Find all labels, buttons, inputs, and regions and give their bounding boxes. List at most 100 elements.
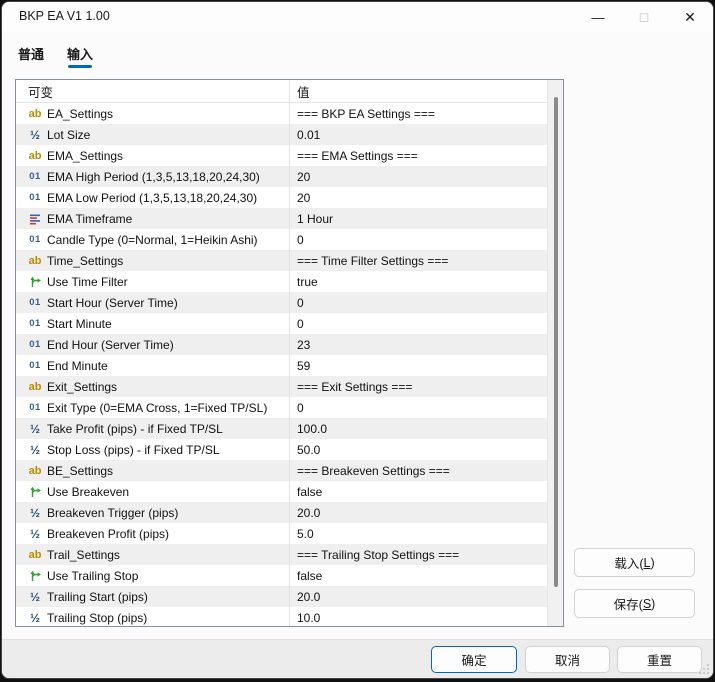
tab-strip: 普通 输入	[18, 44, 93, 68]
variable-cell: Use Trailing Stop	[16, 565, 290, 586]
enum-list-icon	[27, 212, 43, 226]
value-cell[interactable]: === Time Filter Settings ===	[290, 250, 547, 271]
variable-cell: ½Trailing Stop (pips)	[16, 607, 290, 626]
parameters-table: 可变 值 abEA_Settings=== BKP EA Settings ==…	[15, 79, 564, 627]
value-cell[interactable]: true	[290, 271, 547, 292]
table-row[interactable]: ½ Lot Size 0.01	[16, 124, 547, 145]
value-cell[interactable]: false	[290, 565, 547, 586]
maximize-button[interactable]: ◻	[621, 2, 667, 32]
value-cell[interactable]: === BKP EA Settings ===	[290, 103, 547, 124]
value-cell[interactable]: 20	[290, 187, 547, 208]
value-cell[interactable]: 20	[290, 166, 547, 187]
value-cell[interactable]: 0	[290, 229, 547, 250]
value-cell[interactable]: === Trailing Stop Settings ===	[290, 544, 547, 565]
double-type-icon: ½	[27, 422, 43, 436]
table-row[interactable]: Use Trailing Stopfalse	[16, 565, 547, 586]
window-title: BKP EA V1 1.00	[19, 9, 110, 23]
value-cell[interactable]: 10.0	[290, 607, 547, 626]
table-row[interactable]: ½Breakeven Profit (pips)5.0	[16, 523, 547, 544]
variable-cell: abEMA_Settings	[16, 145, 290, 166]
tab-inputs[interactable]: 输入	[67, 44, 93, 68]
boolean-fork-icon	[27, 485, 43, 499]
table-row[interactable]: abEA_Settings=== BKP EA Settings ===	[16, 103, 547, 124]
table-row[interactable]: 01 Candle Type (0=Normal, 1=Heikin Ashi) 0	[16, 229, 547, 250]
maximize-icon: ◻	[639, 9, 650, 25]
cancel-button[interactable]: 取消	[525, 646, 610, 673]
value-cell[interactable]: 0	[290, 313, 547, 334]
value-cell[interactable]: 20.0	[290, 586, 547, 607]
value-cell[interactable]: 0	[290, 397, 547, 418]
variable-name: Use Breakeven	[47, 485, 129, 499]
save-button[interactable]: 保存(S)	[574, 589, 695, 618]
variable-cell: Use Breakeven	[16, 481, 290, 502]
variable-cell: abEA_Settings	[16, 103, 290, 124]
value-cell[interactable]: 50.0	[290, 439, 547, 460]
table-row[interactable]: Use Breakeven false	[16, 481, 547, 502]
load-accelerator: L	[644, 556, 651, 570]
variable-name: Exit_Settings	[47, 380, 117, 394]
table-row[interactable]: abTime_Settings=== Time Filter Settings …	[16, 250, 547, 271]
variable-cell: abBE_Settings	[16, 460, 290, 481]
close-button[interactable]: ✕	[667, 2, 713, 32]
table-row[interactable]: EMA Timeframe1 Hour	[16, 208, 547, 229]
table-row[interactable]: 01EMA Low Period (1,3,5,13,18,20,24,30)2…	[16, 187, 547, 208]
variable-cell: ½Take Profit (pips) - if Fixed TP/SL	[16, 418, 290, 439]
value-cell[interactable]: 1 Hour	[290, 208, 547, 229]
table-row[interactable]: ½Breakeven Trigger (pips)20.0	[16, 502, 547, 523]
table-row[interactable]: 01End Minute59	[16, 355, 547, 376]
scrollbar-thumb[interactable]	[554, 97, 558, 587]
table-row[interactable]: ½Stop Loss (pips) - if Fixed TP/SL50.0	[16, 439, 547, 460]
load-button[interactable]: 载入(L)	[574, 548, 695, 577]
value-cell[interactable]: 0.01	[290, 124, 547, 145]
vertical-scrollbar[interactable]	[547, 80, 563, 626]
int-type-icon: 01	[27, 296, 43, 310]
value-cell[interactable]: 20.0	[290, 502, 547, 523]
variable-cell: ½ Lot Size	[16, 124, 290, 145]
value-cell[interactable]: 5.0	[290, 523, 547, 544]
table-row[interactable]: 01Start Hour (Server Time)0	[16, 292, 547, 313]
table-row[interactable]: 01Exit Type (0=EMA Cross, 1=Fixed TP/SL)…	[16, 397, 547, 418]
table-row[interactable]: 01EMA High Period (1,3,5,13,18,20,24,30)…	[16, 166, 547, 187]
table-row[interactable]: ½Trailing Start (pips)20.0	[16, 586, 547, 607]
table-row[interactable]: Use Time Filter true	[16, 271, 547, 292]
value-cell[interactable]: 100.0	[290, 418, 547, 439]
variable-cell: ½Stop Loss (pips) - if Fixed TP/SL	[16, 439, 290, 460]
double-type-icon: ½	[27, 128, 43, 142]
variable-cell: abTime_Settings	[16, 250, 290, 271]
variable-name: Trailing Start (pips)	[47, 590, 148, 604]
table-row[interactable]: ½Trailing Stop (pips)10.0	[16, 607, 547, 626]
table-row[interactable]: abTrail_Settings=== Trailing Stop Settin…	[16, 544, 547, 565]
value-cell[interactable]: 0	[290, 292, 547, 313]
variable-name: Use Time Filter	[47, 275, 128, 289]
value-cell[interactable]: === Exit Settings ===	[290, 376, 547, 397]
variable-cell: ½Breakeven Profit (pips)	[16, 523, 290, 544]
reset-button[interactable]: 重置	[617, 646, 702, 673]
table-row[interactable]: ½Take Profit (pips) - if Fixed TP/SL100.…	[16, 418, 547, 439]
table-row[interactable]: 01End Hour (Server Time)23	[16, 334, 547, 355]
table-row[interactable]: abExit_Settings=== Exit Settings ===	[16, 376, 547, 397]
dialog-footer: 确定 取消 重置	[2, 639, 713, 678]
int-type-icon: 01	[27, 338, 43, 352]
minimize-button[interactable]: —	[575, 2, 621, 32]
table-row[interactable]: 01Start Minute0	[16, 313, 547, 334]
table-row[interactable]: abEMA_Settings=== EMA Settings ===	[16, 145, 547, 166]
variable-name: EMA_Settings	[47, 149, 123, 163]
ok-button[interactable]: 确定	[431, 646, 517, 673]
value-cell[interactable]: === EMA Settings ===	[290, 145, 547, 166]
tab-common[interactable]: 普通	[18, 44, 44, 68]
table-row[interactable]: abBE_Settings=== Breakeven Settings ===	[16, 460, 547, 481]
double-type-icon: ½	[27, 611, 43, 625]
int-type-icon: 01	[27, 317, 43, 331]
variable-cell: EMA Timeframe	[16, 208, 290, 229]
resize-grip-icon[interactable]	[698, 663, 710, 675]
double-type-icon: ½	[27, 506, 43, 520]
variable-name: Candle Type (0=Normal, 1=Heikin Ashi)	[47, 233, 258, 247]
variable-cell: abExit_Settings	[16, 376, 290, 397]
value-cell[interactable]: === Breakeven Settings ===	[290, 460, 547, 481]
window-controls: — ◻ ✕	[575, 2, 713, 32]
value-cell[interactable]: false	[290, 481, 547, 502]
int-type-icon: 01	[27, 233, 43, 247]
variable-name: Lot Size	[47, 128, 90, 142]
value-cell[interactable]: 23	[290, 334, 547, 355]
value-cell[interactable]: 59	[290, 355, 547, 376]
